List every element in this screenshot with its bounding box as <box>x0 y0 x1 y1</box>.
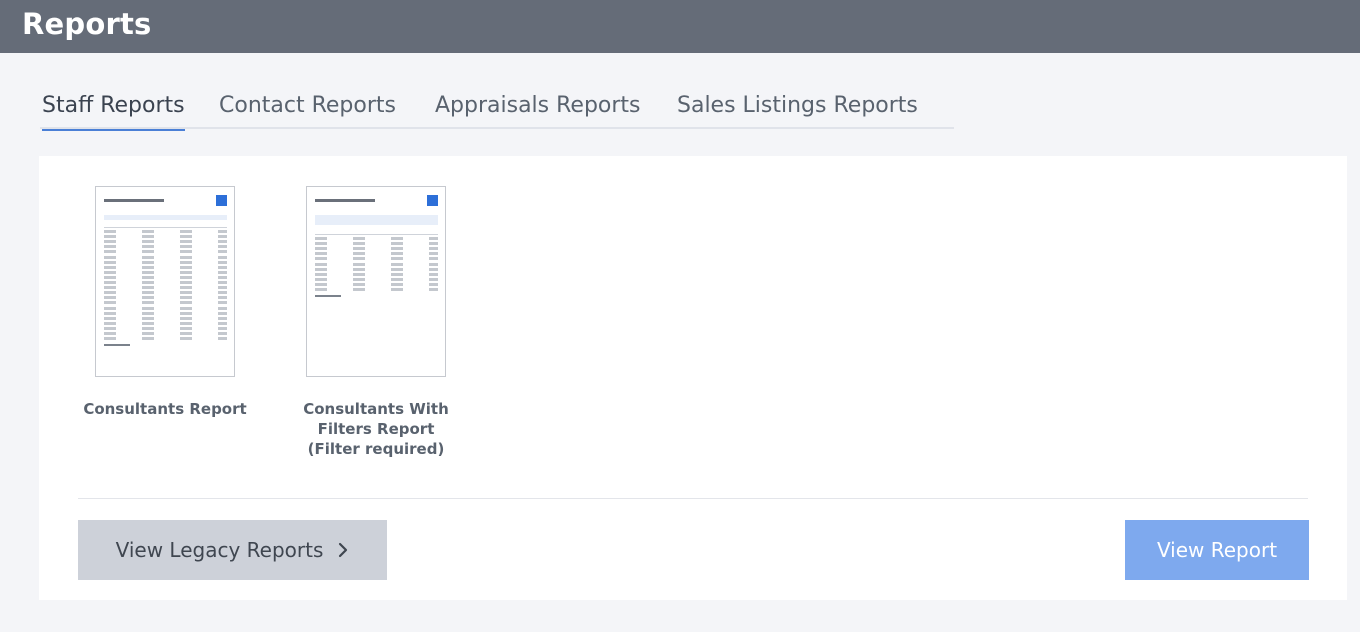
report-title-line: (Filter required) <box>307 440 445 458</box>
tab-appraisals-reports[interactable]: Appraisals Reports <box>435 92 641 129</box>
divider <box>78 498 1308 499</box>
page-title: Reports <box>22 7 152 41</box>
report-thumbnail[interactable] <box>306 186 446 377</box>
view-report-button[interactable]: View Report <box>1125 520 1309 580</box>
tab-sales-listings-reports[interactable]: Sales Listings Reports <box>677 92 918 129</box>
legacy-button-label: View Legacy Reports <box>115 538 324 562</box>
report-card-consultants[interactable]: Consultants Report <box>77 186 253 419</box>
tab-staff-reports[interactable]: Staff Reports <box>42 92 185 131</box>
report-card-consultants-with-filters[interactable]: Consultants With Filters Report (Filter … <box>288 186 464 459</box>
report-title-line: Consultants With <box>303 400 449 418</box>
page-header: Reports <box>0 0 1360 53</box>
view-legacy-reports-button[interactable]: View Legacy Reports <box>78 520 387 580</box>
report-thumbnail[interactable] <box>95 186 235 377</box>
report-title-line: Filters Report <box>317 420 435 438</box>
report-title: Consultants With Filters Report (Filter … <box>288 399 464 459</box>
reports-panel: Consultants Report Consultants With Filt… <box>39 156 1347 600</box>
report-title: Consultants Report <box>83 400 247 418</box>
report-tabs: Staff Reports Contact Reports Appraisals… <box>40 88 954 131</box>
chevron-right-icon <box>339 542 348 558</box>
tab-contact-reports[interactable]: Contact Reports <box>219 92 396 129</box>
